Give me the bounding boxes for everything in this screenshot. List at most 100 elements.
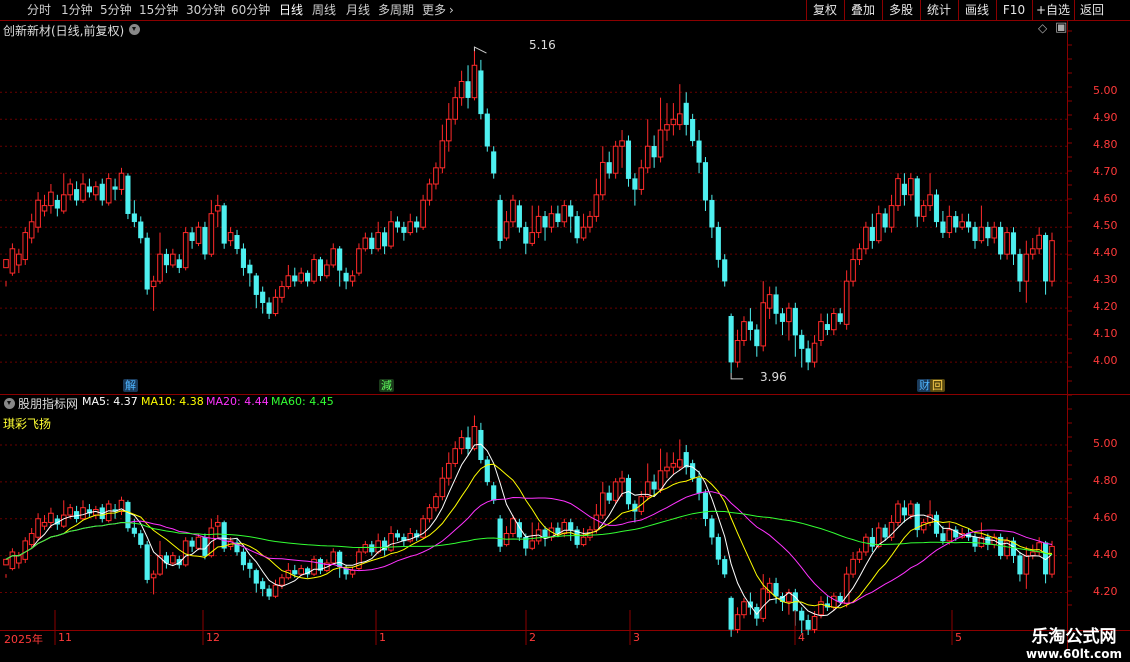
indicator-menu-icon[interactable] xyxy=(4,398,15,409)
toolbar-button-6[interactable]: +自选 xyxy=(1032,0,1073,20)
main-candle-up xyxy=(786,307,792,323)
main-candle-down xyxy=(1010,232,1017,255)
panel-window-icon[interactable]: ▣ xyxy=(1055,20,1067,35)
indicator-candle-down xyxy=(125,501,131,529)
main-candle-down xyxy=(555,213,561,223)
main-candle-down xyxy=(247,264,253,274)
main-candle-down xyxy=(523,226,529,244)
main-candle-down xyxy=(266,302,272,314)
indicator-candle-up xyxy=(105,503,112,522)
indicator-candle-down xyxy=(240,551,246,566)
toolbar-button-5[interactable]: F10 xyxy=(996,0,1031,20)
period-tab-9[interactable]: 多周期 xyxy=(378,0,414,20)
indicator-candle-up xyxy=(22,540,29,560)
indicator-candle-down xyxy=(491,485,497,501)
main-candle-up xyxy=(16,253,22,266)
indicator-y-tick: 4.80 xyxy=(1093,473,1118,487)
indicator-candle-up xyxy=(60,514,67,527)
main-candle-up xyxy=(105,178,112,204)
main-candle-up xyxy=(150,280,157,288)
main-candle-up xyxy=(298,272,305,282)
indicator-candle-down xyxy=(497,518,503,547)
chevron-right-icon[interactable]: › xyxy=(449,0,454,20)
main-candle-down xyxy=(176,259,182,268)
main-candle-down xyxy=(715,226,721,260)
indicator-candle-down xyxy=(722,559,728,575)
period-tab-7[interactable]: 周线 xyxy=(312,0,336,20)
indicator-candle-up xyxy=(28,533,35,546)
indicator-candle-down xyxy=(131,527,137,534)
toolbar-button-4[interactable]: 画线 xyxy=(958,0,995,20)
period-tab-10[interactable]: 更多 xyxy=(422,0,446,20)
indicator-candle-up xyxy=(741,601,747,616)
indicator-candle-down xyxy=(606,492,612,501)
indicator-candle-up xyxy=(529,540,536,549)
period-tab-8[interactable]: 月线 xyxy=(346,0,370,20)
indicator-candle-down xyxy=(260,581,266,590)
diamond-icon[interactable]: ◇ xyxy=(1038,21,1047,35)
event-badge-jian[interactable]: 減 xyxy=(379,379,394,392)
main-candle-up xyxy=(644,145,651,169)
toolbar-button-0[interactable]: 复权 xyxy=(806,0,843,20)
indicator-candle-up xyxy=(580,536,587,546)
toolbar-button-3[interactable]: 统计 xyxy=(920,0,957,20)
time-label-2: 12 xyxy=(206,631,220,644)
indicator-candle-up xyxy=(214,521,221,527)
period-tab-5[interactable]: 60分钟 xyxy=(231,0,270,20)
indicator-candle-down xyxy=(709,518,715,538)
main-candle-up xyxy=(48,191,54,207)
period-tab-0[interactable]: 分时 xyxy=(27,0,51,20)
low-price-label: 3.96 xyxy=(760,370,787,384)
indicator-candle-down xyxy=(189,540,195,547)
panel-menu-icon[interactable] xyxy=(129,24,140,35)
period-tab-4[interactable]: 30分钟 xyxy=(186,0,225,20)
event-badge-hui[interactable]: 回 xyxy=(930,379,945,392)
period-tab-2[interactable]: 5分钟 xyxy=(100,0,132,20)
toolbar-button-2[interactable]: 多股 xyxy=(882,0,919,20)
main-y-tick: 4.60 xyxy=(1093,192,1118,206)
main-candle-up xyxy=(60,194,67,212)
main-candle-down xyxy=(683,102,689,125)
period-tab-1[interactable]: 1分钟 xyxy=(61,0,93,20)
main-candle-down xyxy=(837,313,843,322)
indicator-candle-down xyxy=(799,610,805,621)
indicator-y-tick: 4.20 xyxy=(1093,584,1118,598)
indicator-candle-up xyxy=(48,512,54,523)
main-candle-up xyxy=(831,313,837,331)
main-candle-up xyxy=(208,213,215,255)
indicator-candle-up xyxy=(375,540,382,553)
period-tab-3[interactable]: 15分钟 xyxy=(139,0,178,20)
main-candle-up xyxy=(741,321,747,342)
ma-label-0: MA5: 4.37 xyxy=(82,395,138,408)
ma-label-3: MA60: 4.45 xyxy=(271,395,334,408)
chart-area: 创新新材(日线,前复权) ◇ ▣ 5.16 3.96 解 減 财 回 5.00 4… xyxy=(0,20,1130,661)
main-candle-up xyxy=(93,186,99,196)
toolbar-button-1[interactable]: 叠加 xyxy=(844,0,881,20)
main-candle-down xyxy=(163,253,169,266)
indicator-candle-up xyxy=(330,551,337,564)
indicator-candle-up xyxy=(676,459,683,468)
indicator-candle-up xyxy=(35,518,41,538)
period-tab-6[interactable]: 日线 xyxy=(279,0,303,20)
indicator-candle-down xyxy=(940,533,946,542)
main-candle-up xyxy=(439,140,446,169)
main-candle-up xyxy=(157,253,163,282)
main-candle-down xyxy=(901,183,907,196)
event-badge-jie[interactable]: 解 xyxy=(123,379,138,392)
indicator-candle-down xyxy=(266,588,272,597)
main-candle-up xyxy=(433,167,439,185)
main-candle-up xyxy=(991,226,998,239)
indicator-y-tick: 5.00 xyxy=(1093,436,1118,450)
main-candle-down xyxy=(484,113,490,147)
indicator-candle-up xyxy=(195,536,202,549)
main-candle-up xyxy=(599,161,606,196)
toolbar-button-7[interactable]: 返回 xyxy=(1074,0,1109,20)
indicator-candle-up xyxy=(41,521,48,527)
indicator-candle-up xyxy=(458,437,465,450)
kline-chart[interactable] xyxy=(0,21,1130,650)
main-candle-up xyxy=(664,124,670,131)
indicator-candle-up xyxy=(3,558,9,566)
main-candle-up xyxy=(638,167,645,190)
main-candle-down xyxy=(690,119,696,142)
indicator-candle-down xyxy=(337,551,343,567)
